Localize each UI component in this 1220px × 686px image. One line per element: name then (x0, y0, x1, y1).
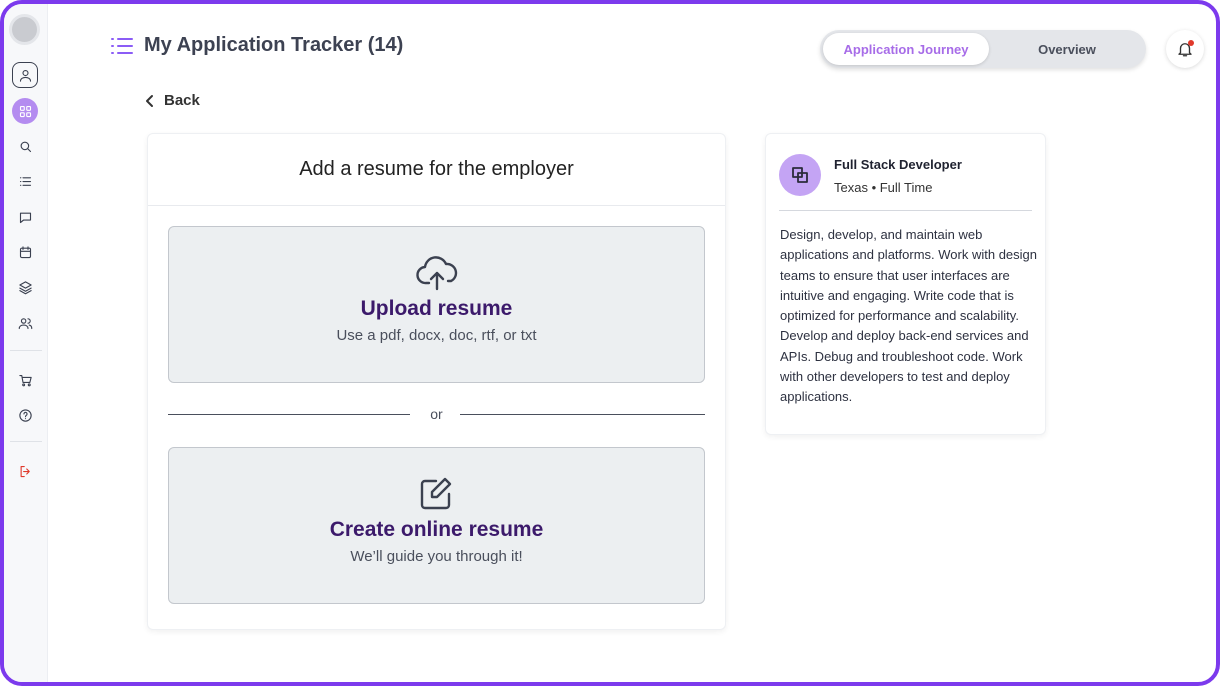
job-title: Full Stack Developer (834, 157, 962, 172)
divider-line (460, 414, 705, 415)
logout-icon[interactable] (12, 458, 38, 484)
job-description: Design, develop, and maintain web applic… (780, 227, 1037, 405)
or-divider: or (168, 405, 705, 425)
avatar[interactable] (9, 14, 40, 45)
notification-dot (1188, 40, 1194, 46)
tab-overview[interactable]: Overview (992, 33, 1142, 65)
back-label: Back (164, 92, 200, 109)
sidebar-divider (10, 441, 42, 442)
resume-card-header: Add a resume for the employer (148, 134, 725, 206)
job-meta: Texas • Full Time (834, 180, 933, 195)
create-resume-subtitle: We’ll guide you through it! (350, 548, 523, 565)
create-resume-title: Create online resume (329, 518, 544, 541)
job-divider (779, 210, 1032, 211)
back-button[interactable]: Back (144, 92, 200, 109)
resume-card-title: Add a resume for the employer (299, 158, 574, 180)
layers-icon[interactable] (12, 274, 38, 300)
create-resume-option[interactable]: Create online resume We’ll guide you thr… (168, 447, 705, 604)
tab-application-journey[interactable]: Application Journey (823, 33, 989, 65)
chat-icon[interactable] (12, 204, 38, 230)
sidebar (4, 4, 48, 682)
grid-icon[interactable] (12, 98, 38, 124)
edit-icon (416, 474, 458, 514)
company-logo-icon (779, 154, 821, 196)
user-icon[interactable] (12, 62, 38, 88)
upload-resume-title: Upload resume (360, 297, 513, 320)
page-title: My Application Tracker (14) (144, 34, 404, 56)
resume-card: Add a resume for the employer Upload res… (147, 133, 726, 630)
app-window: My Application Tracker (14) Application … (0, 0, 1220, 686)
job-card: Full Stack Developer Texas • Full Time D… (765, 133, 1046, 435)
page-header: My Application Tracker (14) (110, 34, 403, 57)
chevron-left-icon (146, 94, 153, 107)
sidebar-divider (10, 350, 42, 351)
search-icon[interactable] (12, 133, 38, 159)
users-icon[interactable] (12, 310, 38, 336)
upload-resume-subtitle: Use a pdf, docx, doc, rtf, or txt (336, 327, 537, 344)
cloud-upload-icon (415, 253, 458, 293)
view-toggle: Application Journey Overview (820, 30, 1146, 68)
upload-resume-option[interactable]: Upload resume Use a pdf, docx, doc, rtf,… (168, 226, 705, 383)
list-icon[interactable] (12, 168, 38, 194)
cart-icon[interactable] (12, 367, 38, 393)
calendar-icon[interactable] (12, 239, 38, 265)
menu-list-icon[interactable] (110, 35, 134, 57)
help-icon[interactable] (12, 402, 38, 428)
notifications-button[interactable] (1166, 30, 1204, 68)
